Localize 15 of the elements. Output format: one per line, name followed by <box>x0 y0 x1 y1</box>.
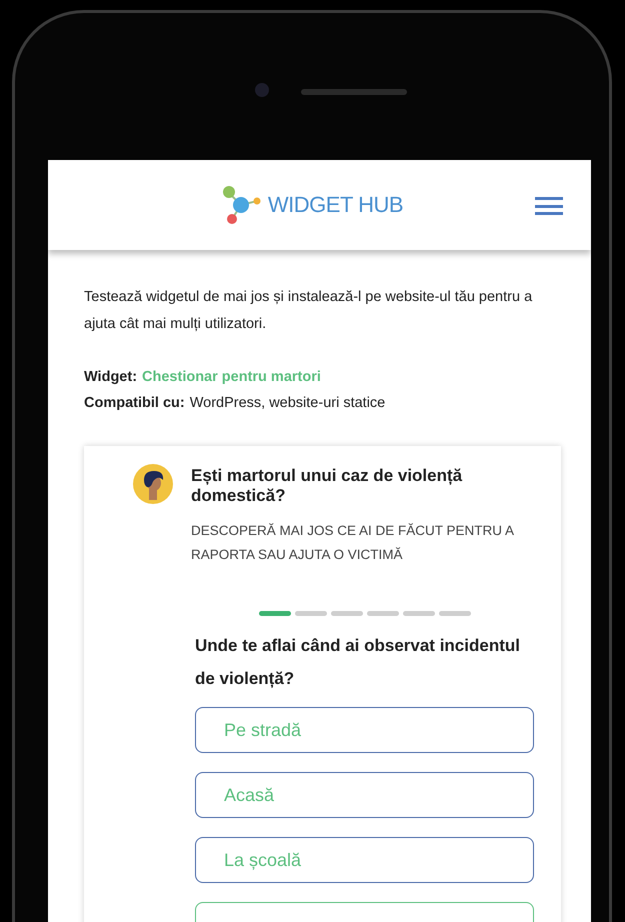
description-text: Testează widgetul de mai jos și instalează-l pe website-ul tău pentru a ajuta cât mai mulți utilizatori. <box>84 288 534 334</box>
widget-label: Widget: <box>84 368 138 387</box>
menu-icon[interactable] <box>535 197 563 215</box>
camera-icon <box>255 83 269 97</box>
answer-option[interactable]: La școală <box>195 837 534 883</box>
compatibility-value: WordPress, website-uri statice <box>190 394 386 413</box>
compatibility-label: Compatibil cu: <box>84 394 185 413</box>
question-text: Unde te aflai când ai observat incidentul de violență? <box>195 635 521 690</box>
avatar-icon <box>133 464 173 504</box>
widget-name: Chestionar pentru martori <box>142 368 321 387</box>
quiz-subtitle: DESCOPERĂ MAI JOS CE AI DE FĂCUT PENTRU A RAPORTA SAU AJUTA O VICTIMĂ <box>191 522 515 564</box>
quiz-title: Ești martorul unui caz de violență domestică? <box>191 466 464 506</box>
logo-text[interactable]: WIDGET HUB <box>268 192 404 218</box>
answer-option[interactable]: Acasă <box>195 772 534 818</box>
answer-option[interactable]: Pe stradă <box>195 707 534 753</box>
